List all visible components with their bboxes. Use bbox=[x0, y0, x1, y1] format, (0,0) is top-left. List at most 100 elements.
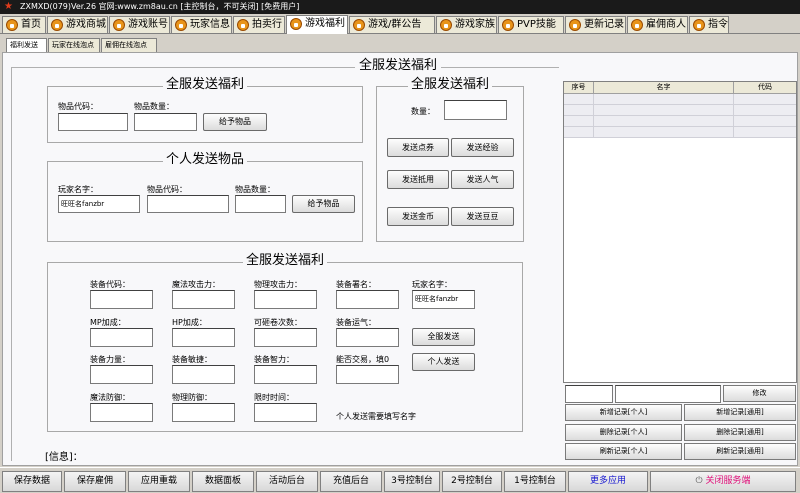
equip-sign-input[interactable] bbox=[336, 290, 399, 309]
send-gold-button[interactable]: 发送金币 bbox=[387, 207, 449, 226]
send-beans-button[interactable]: 发送豆豆 bbox=[451, 207, 514, 226]
tab-announcements[interactable]: 游戏/群公告 bbox=[349, 16, 435, 33]
personal-item-code-input[interactable] bbox=[147, 195, 229, 213]
event-backend-button[interactable]: 活动后台 bbox=[256, 471, 318, 492]
tab-mall-icon bbox=[51, 19, 63, 31]
subtab-welfare-send[interactable]: 福利发送 bbox=[6, 38, 47, 52]
personal-item-qty-label: 物品数量： bbox=[235, 185, 275, 194]
save-hired-button[interactable]: 保存雇佣 bbox=[64, 471, 126, 492]
refresh-record-personal-button[interactable]: 刷新记录[个人] bbox=[565, 443, 682, 460]
tab-game-welfare[interactable]: 游戏福利 bbox=[286, 15, 348, 34]
save-data-button[interactable]: 保存数据 bbox=[2, 471, 62, 492]
tab-welfare-icon bbox=[290, 18, 302, 30]
luck-input[interactable] bbox=[336, 328, 399, 347]
tab-player-icon bbox=[175, 19, 187, 31]
item-qty-input[interactable] bbox=[134, 113, 197, 131]
hp-label: HP加成： bbox=[172, 318, 207, 327]
tab-family-icon bbox=[440, 19, 452, 31]
equip-player-name-input[interactable]: 旺旺名fanzbr bbox=[412, 290, 475, 309]
tab-pvp-skills[interactable]: PVP技能 bbox=[498, 16, 564, 33]
tab-game-account[interactable]: 游戏账号 bbox=[109, 16, 170, 33]
close-service-button[interactable]: ⏻ 关闭服务端 bbox=[650, 471, 796, 492]
tab-commands[interactable]: 指令 bbox=[689, 16, 729, 33]
tab-auction-icon bbox=[237, 19, 249, 31]
table-row[interactable] bbox=[564, 127, 796, 138]
scroll-times-input[interactable] bbox=[254, 328, 317, 347]
personal-send-note: 个人发送需要填写名字 bbox=[336, 412, 416, 421]
record-index-input[interactable] bbox=[565, 385, 613, 403]
table-row[interactable] bbox=[564, 116, 796, 127]
server-send-button[interactable]: 全服发送 bbox=[412, 328, 475, 346]
subtab-player-online[interactable]: 玩家在线泡点 bbox=[48, 38, 100, 52]
tradable-input[interactable] bbox=[336, 365, 399, 384]
personal-send-button[interactable]: 个人发送 bbox=[412, 353, 475, 371]
main-title-line bbox=[11, 67, 559, 68]
mp-input[interactable] bbox=[90, 328, 153, 347]
equip-player-name-label: 玩家名字： bbox=[412, 280, 452, 289]
reward-qty-input[interactable] bbox=[444, 100, 507, 120]
magic-atk-label: 魔法攻击力： bbox=[172, 280, 220, 289]
hp-input[interactable] bbox=[172, 328, 235, 347]
table-row[interactable] bbox=[564, 105, 796, 116]
tab-game-mall[interactable]: 游戏商城 bbox=[47, 16, 108, 33]
item-code-input[interactable] bbox=[58, 113, 128, 131]
record-name-input[interactable] bbox=[615, 385, 721, 403]
console-2-button[interactable]: 2号控制台 bbox=[442, 471, 502, 492]
tab-update-log[interactable]: 更新记录 bbox=[565, 16, 626, 33]
console-3-button[interactable]: 3号控制台 bbox=[384, 471, 440, 492]
tab-auction[interactable]: 拍卖行 bbox=[233, 16, 285, 33]
luck-label: 装备运气： bbox=[336, 318, 376, 327]
send-exp-button[interactable]: 发送经验 bbox=[451, 138, 514, 157]
time-limit-input[interactable] bbox=[254, 403, 317, 422]
tab-home[interactable]: 首页 bbox=[2, 16, 46, 33]
send-popularity-button[interactable]: 发送人气 bbox=[451, 170, 514, 189]
tab-game-family[interactable]: 游戏家族 bbox=[436, 16, 497, 33]
personal-item-qty-input[interactable] bbox=[235, 195, 286, 213]
recharge-backend-button[interactable]: 充值后台 bbox=[320, 471, 382, 492]
str-input[interactable] bbox=[90, 365, 153, 384]
magic-def-input[interactable] bbox=[90, 403, 153, 422]
personal-give-item-button[interactable]: 给予物品 bbox=[292, 195, 355, 213]
agi-input[interactable] bbox=[172, 365, 235, 384]
send-voucher-button[interactable]: 发送抵用 bbox=[387, 170, 449, 189]
equipment-title: 全服发送福利 bbox=[242, 253, 327, 268]
tab-home-icon bbox=[6, 19, 18, 31]
scroll-times-label: 可砸卷次数： bbox=[254, 318, 302, 327]
edit-record-button[interactable]: 修改 bbox=[723, 385, 796, 402]
tab-hired-merchant[interactable]: 雇佣商人 bbox=[627, 16, 688, 33]
more-apps-button[interactable]: 更多应用 bbox=[568, 471, 648, 492]
item-code-label: 物品代码： bbox=[58, 102, 98, 111]
personal-item-code-label: 物品代码： bbox=[147, 185, 187, 194]
mp-label: MP加成： bbox=[90, 318, 126, 327]
server-rewards-title: 全服发送福利 bbox=[407, 77, 492, 92]
delete-record-personal-button[interactable]: 删除记录[个人] bbox=[565, 424, 682, 441]
col-header-index[interactable]: 序号 bbox=[564, 82, 594, 94]
int-input[interactable] bbox=[254, 365, 317, 384]
send-coupons-button[interactable]: 发送点券 bbox=[387, 138, 449, 157]
data-panel-button[interactable]: 数据面板 bbox=[192, 471, 254, 492]
col-header-name[interactable]: 名字 bbox=[594, 82, 734, 94]
col-header-code[interactable]: 代码 bbox=[734, 82, 796, 94]
tab-player-info[interactable]: 玩家信息 bbox=[171, 16, 232, 33]
add-record-common-button[interactable]: 新增记录[通用] bbox=[684, 404, 796, 421]
delete-record-common-button[interactable]: 删除记录[通用] bbox=[684, 424, 796, 441]
equip-code-input[interactable] bbox=[90, 290, 153, 309]
phys-atk-label: 物理攻击力： bbox=[254, 280, 302, 289]
magic-atk-input[interactable] bbox=[172, 290, 235, 309]
add-record-personal-button[interactable]: 新增记录[个人] bbox=[565, 404, 682, 421]
personal-items-title: 个人发送物品 bbox=[162, 152, 247, 167]
power-icon: ⏻ bbox=[695, 476, 706, 486]
player-name-input[interactable]: 旺旺名fanzbr bbox=[58, 195, 140, 213]
reload-app-button[interactable]: 应用重载 bbox=[128, 471, 190, 492]
table-row[interactable] bbox=[564, 94, 796, 105]
console-1-button[interactable]: 1号控制台 bbox=[504, 471, 566, 492]
phys-atk-input[interactable] bbox=[254, 290, 317, 309]
phys-def-input[interactable] bbox=[172, 403, 235, 422]
phys-def-label: 物理防御： bbox=[172, 393, 212, 402]
refresh-record-common-button[interactable]: 刷新记录[通用] bbox=[684, 443, 796, 460]
tab-pvp-icon bbox=[502, 19, 514, 31]
app-star-icon: ★ bbox=[4, 1, 13, 12]
give-item-button[interactable]: 给予物品 bbox=[203, 113, 267, 131]
subtab-hired-online[interactable]: 雇佣在线泡点 bbox=[101, 38, 157, 52]
records-table[interactable]: 序号 名字 代码 bbox=[563, 81, 797, 383]
